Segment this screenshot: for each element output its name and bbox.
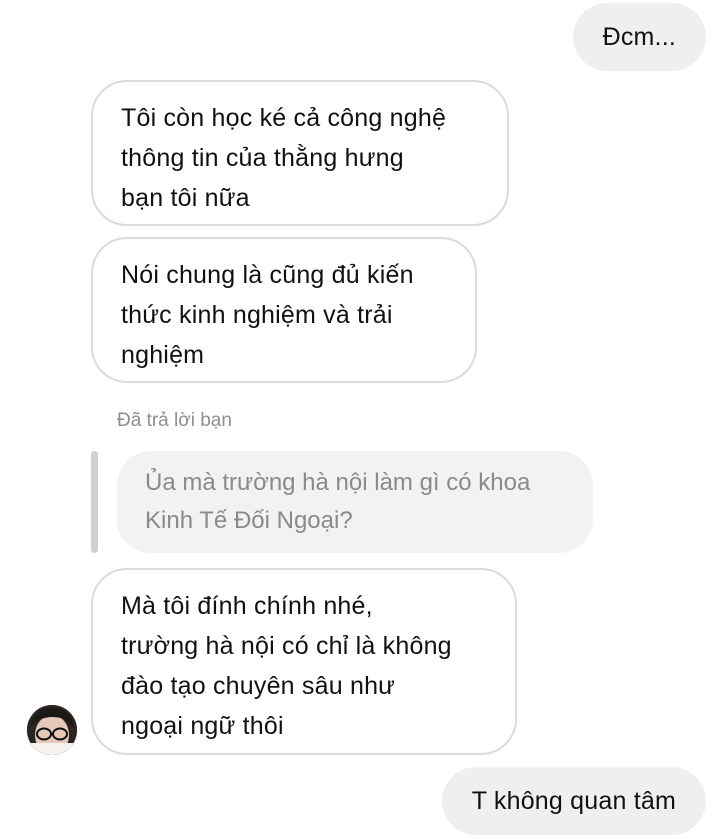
message-line: đào tạo chuyên sâu như <box>121 672 396 700</box>
reply-indicator-bar <box>91 451 98 553</box>
reply-caption: Đã trả lời bạn <box>117 410 232 431</box>
quoted-message[interactable]: Ủa mà trường hà nội làm gì có khoa Kinh … <box>117 451 593 553</box>
profile-photo-icon <box>27 705 77 755</box>
quoted-line: Ủa mà trường hà nội làm gì có khoa <box>145 469 531 496</box>
message-line: trường hà nội có chỉ là không <box>121 632 452 660</box>
message-line: ngoại ngữ thôi <box>121 712 284 740</box>
received-message-bubble[interactable]: Nói chung là cũng đủ kiến thức kinh nghi… <box>91 237 477 383</box>
message-line: Nói chung là cũng đủ kiến <box>121 261 414 289</box>
message-line: nghiệm <box>121 341 205 369</box>
message-line: Tôi còn học ké cả công nghệ <box>121 104 447 132</box>
message-line: thông tin của thằng hưng <box>121 144 404 172</box>
message-line: bạn tôi nữa <box>121 184 250 212</box>
avatar[interactable] <box>27 705 77 755</box>
sent-message-text: T không quan tâm <box>471 787 676 815</box>
message-line: Mà tôi đính chính nhé, <box>121 592 373 620</box>
sent-message-bubble[interactable]: T không quan tâm <box>441 767 706 835</box>
quoted-line: Kinh Tế Đối Ngoại? <box>145 507 353 534</box>
sent-message-bubble[interactable]: Đcm... <box>572 3 706 71</box>
received-message-bubble[interactable]: Mà tôi đính chính nhé, trường hà nội có … <box>91 568 517 755</box>
message-line: thức kinh nghiệm và trải <box>121 301 393 329</box>
received-message-bubble[interactable]: Tôi còn học ké cả công nghệ thông tin củ… <box>91 80 509 226</box>
sent-message-text: Đcm... <box>602 23 676 51</box>
